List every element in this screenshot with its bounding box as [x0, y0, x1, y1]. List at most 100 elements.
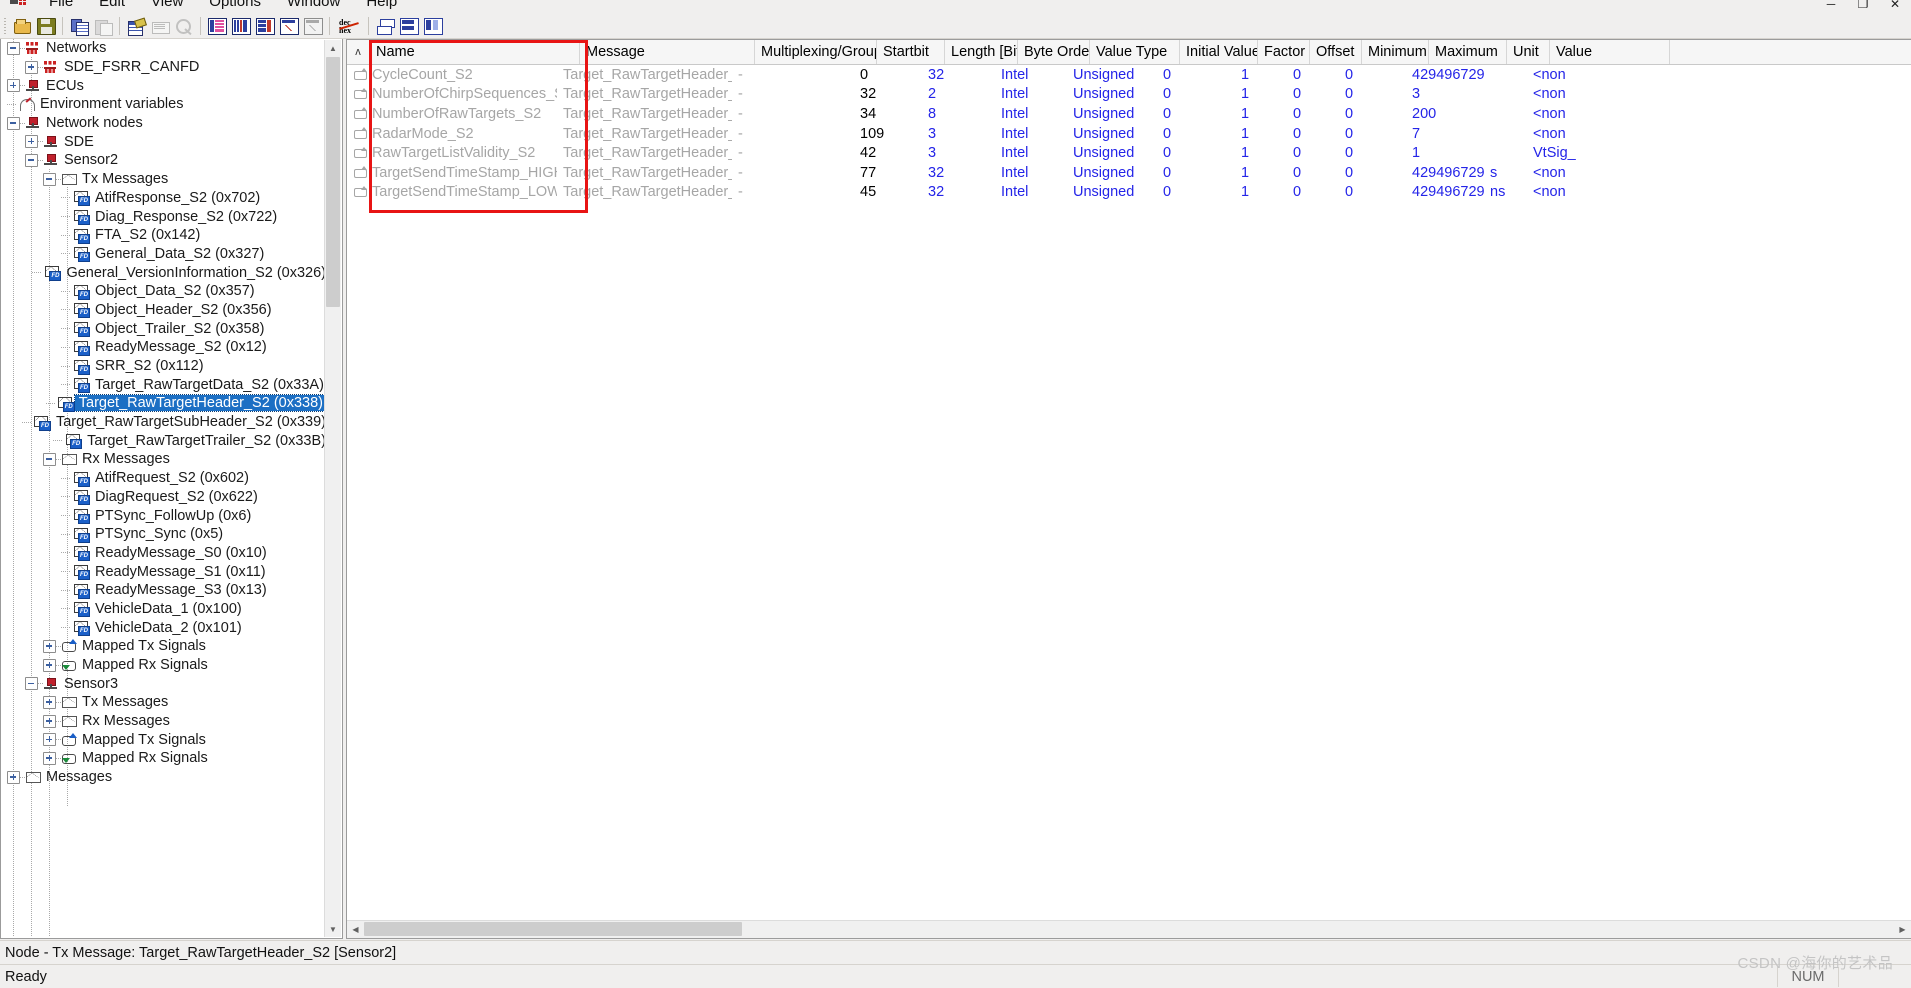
maximize-button[interactable]: ❐ [1847, 0, 1879, 14]
tree-item[interactable]: FD General_VersionInformation_S2 (0x326) [1, 263, 326, 282]
tree-item[interactable]: FD VehicleData_2 (0x101) [1, 618, 326, 637]
cell-name[interactable]: RadarMode_S2 [347, 124, 557, 144]
cell-unit[interactable] [1484, 85, 1527, 105]
cell-message[interactable]: Target_RawTargetHeader_S2 [557, 183, 732, 203]
cascade-windows-button[interactable] [373, 15, 397, 37]
column-header-factor[interactable]: Factor [1258, 40, 1310, 64]
cell-byteorder[interactable]: Intel [995, 124, 1067, 144]
cell-valuetable[interactable]: <non [1527, 124, 1647, 144]
cell-minimum[interactable]: 0 [1339, 104, 1406, 124]
cell-startbit[interactable]: 77 [854, 163, 922, 183]
tree-item[interactable]: FD AtifRequest_S2 (0x602) [1, 469, 326, 488]
cell-length[interactable]: 3 [922, 124, 995, 144]
collapse-icon[interactable] [25, 677, 38, 691]
cell-offset[interactable]: 0 [1287, 124, 1339, 144]
hscroll-track[interactable] [364, 921, 1894, 938]
cell-offset[interactable]: 0 [1287, 85, 1339, 105]
cell-valuetype[interactable]: Unsigned [1067, 85, 1157, 105]
column-header-multiplexing[interactable]: Multiplexing/Group [755, 40, 877, 64]
cell-valuetype[interactable]: Unsigned [1067, 163, 1157, 183]
cell-valuetype[interactable]: Unsigned [1067, 65, 1157, 85]
cell-offset[interactable]: 0 [1287, 183, 1339, 203]
cell-valuetype[interactable]: Unsigned [1067, 124, 1157, 144]
grid-body[interactable]: CycleCount_S2Target_RawTargetHeader_S2-0… [347, 65, 1911, 202]
column-header-length[interactable]: Length [Bit] [945, 40, 1018, 64]
cell-valuetable[interactable]: <non [1527, 104, 1647, 124]
expand-icon[interactable] [43, 714, 56, 728]
column-header-unit[interactable]: Unit [1507, 40, 1550, 64]
cell-message[interactable]: Target_RawTargetHeader_S2 [557, 104, 732, 124]
cell-length[interactable]: 2 [922, 85, 995, 105]
scroll-up-arrow-icon[interactable]: ▲ [325, 40, 341, 56]
collapse-icon[interactable] [25, 153, 38, 167]
cell-message[interactable]: Target_RawTargetHeader_S2 [557, 85, 732, 105]
table-row[interactable]: RadarMode_S2Target_RawTargetHeader_S2-10… [347, 124, 1911, 144]
cell-startbit[interactable]: 45 [854, 183, 922, 203]
tree-item[interactable]: Mapped Rx Signals [1, 749, 326, 768]
cell-byteorder[interactable]: Intel [995, 163, 1067, 183]
cell-initialvalue[interactable]: 0 [1157, 143, 1235, 163]
cell-length[interactable]: 32 [922, 163, 995, 183]
tree-item[interactable]: Network nodes [1, 114, 326, 133]
tree-vertical-scrollbar[interactable]: ▲ ▼ [324, 40, 341, 937]
cell-byteorder[interactable]: Intel [995, 183, 1067, 203]
collapse-icon[interactable] [7, 41, 20, 55]
expand-icon[interactable] [7, 770, 20, 784]
column-header-message[interactable]: Message [580, 40, 755, 64]
cell-multiplexing[interactable]: - [732, 163, 854, 183]
tree-item[interactable]: FD ReadyMessage_S2 (0x12) [1, 338, 326, 357]
collapse-icon[interactable] [43, 452, 56, 466]
collapse-icon[interactable] [7, 116, 20, 130]
cell-multiplexing[interactable]: - [732, 124, 854, 144]
cell-minimum[interactable]: 0 [1339, 65, 1406, 85]
cell-unit[interactable] [1484, 104, 1527, 124]
cell-name[interactable]: TargetSendTimeStamp_HIGH [347, 163, 557, 183]
tree-item[interactable]: FD Target_RawTargetSubHeader_S2 (0x339) [1, 413, 326, 432]
tree-item[interactable]: Sensor2 [1, 151, 326, 170]
open-file-button[interactable] [10, 15, 34, 37]
cell-name[interactable]: RawTargetListValidity_S2 [347, 143, 557, 163]
table-row[interactable]: CycleCount_S2Target_RawTargetHeader_S2-0… [347, 65, 1911, 85]
save-file-button[interactable] [34, 15, 58, 37]
cell-byteorder[interactable]: Intel [995, 143, 1067, 163]
cell-offset[interactable]: 0 [1287, 163, 1339, 183]
cell-byteorder[interactable]: Intel [995, 85, 1067, 105]
cell-factor[interactable]: 1 [1235, 183, 1287, 203]
cell-initialvalue[interactable]: 0 [1157, 104, 1235, 124]
toolbar-grip[interactable] [2, 16, 10, 36]
cell-unit[interactable] [1484, 143, 1527, 163]
cell-offset[interactable]: 0 [1287, 143, 1339, 163]
expand-icon[interactable] [43, 751, 56, 765]
expand-icon[interactable] [43, 658, 56, 672]
copy-button[interactable] [67, 15, 91, 37]
close-button[interactable]: ✕ [1879, 0, 1911, 14]
table-row[interactable]: TargetSendTimeStamp_HIGH Target_RawTarget… [347, 163, 1911, 183]
properties-button[interactable] [124, 15, 148, 37]
cell-startbit[interactable]: 0 [854, 65, 922, 85]
cell-valuetable[interactable]: <non [1527, 65, 1647, 85]
cell-valuetype[interactable]: Unsigned [1067, 143, 1157, 163]
column-header-minimum[interactable]: Minimum [1362, 40, 1429, 64]
network-view-button[interactable] [205, 15, 229, 37]
menu-edit[interactable]: Edit [86, 0, 138, 12]
cell-unit[interactable] [1484, 124, 1527, 144]
tree-item[interactable]: FD AtifResponse_S2 (0x702) [1, 189, 326, 208]
tree-item[interactable]: FD Object_Data_S2 (0x357) [1, 282, 326, 301]
sort-indicator-icon[interactable]: ʌ [347, 40, 370, 64]
cell-maximum[interactable]: 4294967295 [1406, 163, 1484, 183]
tree-item[interactable]: FD ReadyMessage_S3 (0x13) [1, 581, 326, 600]
cell-multiplexing[interactable]: - [732, 85, 854, 105]
tile-vertical-button[interactable] [421, 15, 445, 37]
tree-item[interactable]: FD Target_RawTargetTrailer_S2 (0x33B) [1, 431, 326, 450]
cell-factor[interactable]: 1 [1235, 104, 1287, 124]
tree-item[interactable]: FD DiagRequest_S2 (0x622) [1, 488, 326, 507]
column-header-name[interactable]: Name [370, 40, 580, 64]
project-tree-panel[interactable]: Networks SDE_FSRR_CANFD ECUs Environment va… [0, 39, 343, 939]
cell-length[interactable]: 8 [922, 104, 995, 124]
expand-icon[interactable] [25, 135, 38, 149]
column-header-initialvalue[interactable]: Initial Value [1180, 40, 1258, 64]
cell-valuetype[interactable]: Unsigned [1067, 104, 1157, 124]
column-header-maximum[interactable]: Maximum [1429, 40, 1507, 64]
cell-minimum[interactable]: 0 [1339, 163, 1406, 183]
cell-message[interactable]: Target_RawTargetHeader_S2 [557, 143, 732, 163]
